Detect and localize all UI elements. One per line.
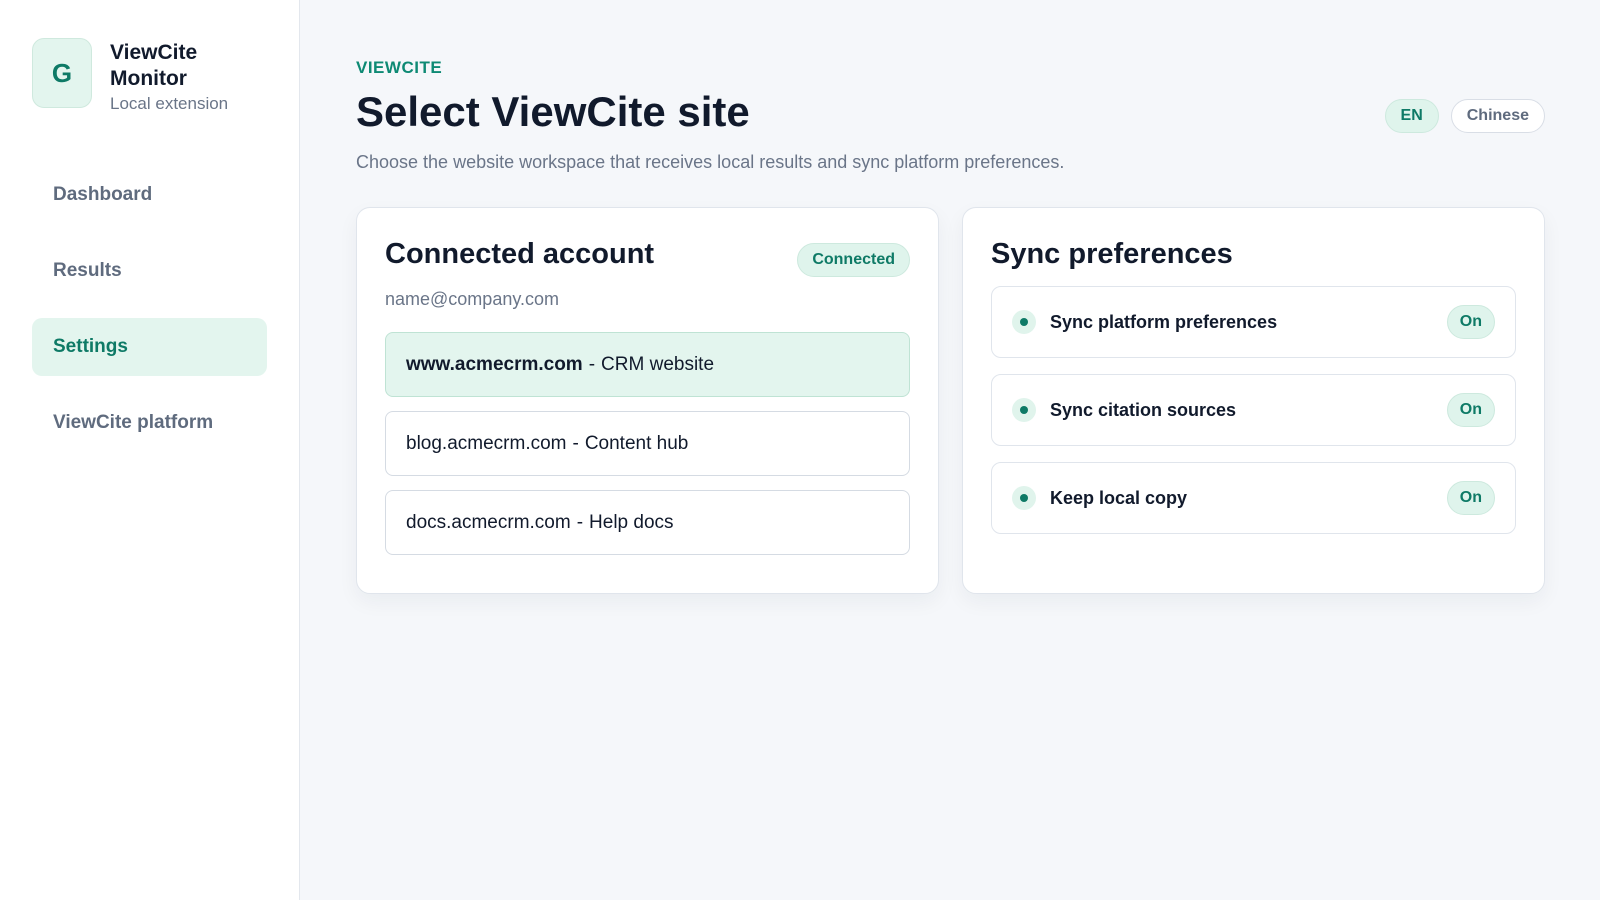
sidebar-item-viewcite-platform[interactable]: ViewCite platform: [32, 394, 267, 452]
account-email: name@company.com: [385, 289, 560, 309]
brand-title: ViewCite Monitor: [110, 41, 198, 90]
site-name: CRM website: [601, 353, 715, 375]
status-dot-icon: [1012, 486, 1036, 510]
sidebar-item-settings[interactable]: Settings: [32, 318, 267, 376]
brand-subtitle: Local extension: [110, 94, 229, 113]
sync-preferences-card: Sync preferences Sync platform preferenc…: [962, 207, 1545, 594]
site-separator: -: [576, 511, 584, 533]
site-separator: -: [588, 353, 596, 375]
sync-platform-toggle[interactable]: On: [1446, 305, 1495, 339]
site-option-blog[interactable]: blog.acmecrm.com - Content hub: [385, 411, 910, 476]
sync-preferences-title: Sync preferences: [991, 238, 1233, 270]
preference-row-local-copy: Keep local copy On: [991, 462, 1516, 534]
sidebar-item-dashboard[interactable]: Dashboard: [32, 166, 267, 224]
site-separator: -: [572, 432, 579, 454]
site-list: www.acmecrm.com - CRM website blog.acmec…: [385, 332, 910, 555]
brand-logo: G: [32, 38, 92, 108]
sidebar-nav: Dashboard Results Settings ViewCite plat…: [32, 166, 267, 452]
connected-account-title: Connected account: [385, 238, 655, 270]
page-title: Select ViewCite site: [356, 88, 750, 135]
site-option-www[interactable]: www.acmecrm.com - CRM website: [385, 332, 910, 397]
site-domain: www.acmecrm.com: [406, 353, 583, 375]
brand: G ViewCite Monitor Local extension: [32, 38, 267, 114]
status-dot-icon: [1012, 310, 1036, 334]
app-root: G ViewCite Monitor Local extension Dashb…: [0, 0, 1600, 900]
brand-text: ViewCite Monitor Local extension: [110, 38, 230, 114]
preference-row-platform: Sync platform preferences On: [991, 286, 1516, 358]
site-domain: blog.acmecrm.com: [406, 432, 567, 454]
site-name: Content hub: [584, 432, 689, 454]
keep-local-copy-toggle[interactable]: On: [1446, 481, 1495, 515]
site-domain: docs.acmecrm.com: [406, 511, 571, 533]
site-name: Help docs: [589, 511, 674, 533]
preference-list: Sync platform preferences On Sync citati…: [991, 286, 1516, 534]
sidebar-item-results[interactable]: Results: [32, 242, 267, 300]
language-en-button[interactable]: EN: [1384, 99, 1439, 133]
preference-label: Sync platform preferences: [1050, 311, 1278, 332]
status-badge: Connected: [797, 243, 910, 277]
main-content: VIEWCITE Select ViewCite site Choose the…: [300, 0, 1600, 900]
page-eyebrow: VIEWCITE: [356, 58, 443, 77]
page-description: Choose the website workspace that receiv…: [356, 152, 1065, 172]
sidebar: G ViewCite Monitor Local extension Dashb…: [0, 0, 300, 900]
connected-account-card: Connected account Connected name@company…: [356, 207, 939, 594]
cards-row: Connected account Connected name@company…: [356, 207, 1545, 594]
language-switch: EN Chinese: [1384, 99, 1545, 133]
preference-label: Sync citation sources: [1050, 399, 1237, 420]
connected-account-header: Connected account Connected: [385, 236, 910, 277]
preference-label: Keep local copy: [1050, 487, 1188, 508]
status-dot-icon: [1012, 398, 1036, 422]
language-chinese-button[interactable]: Chinese: [1450, 99, 1545, 133]
site-option-docs[interactable]: docs.acmecrm.com - Help docs: [385, 490, 910, 555]
preference-row-citation: Sync citation sources On: [991, 374, 1516, 446]
sync-citation-toggle[interactable]: On: [1446, 393, 1495, 427]
